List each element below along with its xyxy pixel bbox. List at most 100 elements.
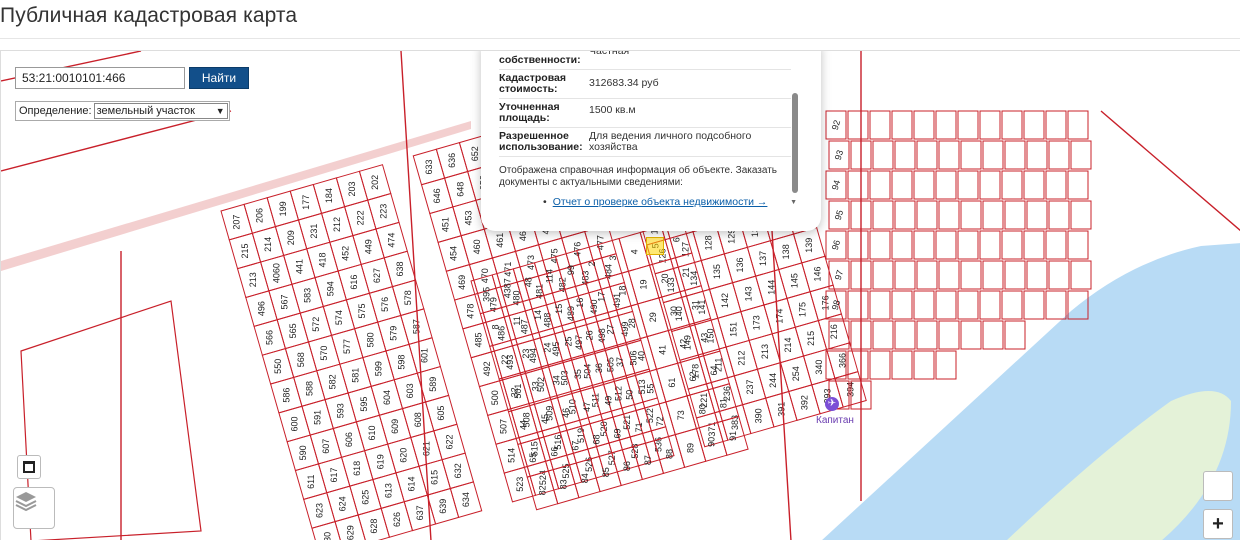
parcel[interactable]	[891, 170, 913, 200]
parcel[interactable]	[935, 350, 957, 380]
parcel[interactable]	[979, 230, 1001, 260]
find-button[interactable]: Найти	[189, 67, 249, 89]
parcel[interactable]	[916, 140, 938, 170]
parcel[interactable]	[982, 260, 1004, 290]
parcel[interactable]	[1023, 170, 1045, 200]
parcel[interactable]	[891, 290, 913, 320]
parcel[interactable]	[869, 230, 891, 260]
parcel[interactable]	[960, 320, 982, 350]
parcel[interactable]	[847, 350, 869, 380]
cadastral-number-input[interactable]	[15, 67, 185, 89]
parcel[interactable]	[1048, 140, 1070, 170]
parcel[interactable]	[960, 260, 982, 290]
parcel[interactable]	[916, 260, 938, 290]
parcel[interactable]	[957, 290, 979, 320]
parcel[interactable]	[938, 320, 960, 350]
print-button[interactable]	[17, 455, 41, 479]
parcel[interactable]	[1048, 260, 1070, 290]
parcel[interactable]	[1004, 200, 1026, 230]
parcel[interactable]	[1070, 140, 1092, 170]
parcel[interactable]	[847, 110, 869, 140]
parcel[interactable]	[1045, 290, 1067, 320]
parcel[interactable]	[894, 200, 916, 230]
parcel[interactable]	[957, 170, 979, 200]
check-report-link[interactable]: Отчет о проверке объекта недвижимости →	[543, 196, 791, 208]
parcel[interactable]	[894, 260, 916, 290]
parcel[interactable]	[869, 350, 891, 380]
parcel[interactable]	[1023, 290, 1045, 320]
parcel[interactable]	[916, 320, 938, 350]
parcel[interactable]	[913, 350, 935, 380]
parcel[interactable]	[891, 350, 913, 380]
parcel[interactable]	[847, 230, 869, 260]
parcel[interactable]	[957, 230, 979, 260]
parcel[interactable]	[1001, 230, 1023, 260]
parcel[interactable]	[1026, 260, 1048, 290]
parcel[interactable]	[894, 320, 916, 350]
parcel[interactable]	[869, 110, 891, 140]
cadastral-map[interactable]: 207 206 199 177 184 203 202 215 214 209 231 212 222 2…	[0, 50, 1240, 540]
parcel[interactable]	[872, 260, 894, 290]
parcel[interactable]	[935, 170, 957, 200]
parcel[interactable]	[1001, 170, 1023, 200]
parcel[interactable]	[891, 110, 913, 140]
parcel-number: 46	[561, 408, 571, 418]
parcel[interactable]	[869, 170, 891, 200]
parcel[interactable]	[872, 200, 894, 230]
parcel[interactable]	[1023, 110, 1045, 140]
parcel[interactable]	[894, 140, 916, 170]
parcel[interactable]	[935, 290, 957, 320]
parcel[interactable]	[960, 200, 982, 230]
parcel[interactable]	[982, 200, 1004, 230]
parcel[interactable]	[1070, 200, 1092, 230]
selected-parcel-marker[interactable]	[646, 237, 664, 255]
zoom-in-button[interactable]: +	[1203, 509, 1233, 539]
parcel[interactable]	[957, 110, 979, 140]
parcel[interactable]	[938, 260, 960, 290]
parcel[interactable]	[1004, 260, 1026, 290]
parcel[interactable]	[1004, 140, 1026, 170]
scroll-down-icon[interactable]: ▼	[790, 199, 797, 206]
parcel[interactable]	[847, 290, 869, 320]
parcel[interactable]	[847, 170, 869, 200]
parcel[interactable]	[913, 230, 935, 260]
parcel[interactable]	[891, 230, 913, 260]
parcel[interactable]	[979, 170, 1001, 200]
layers-button[interactable]	[13, 487, 55, 529]
parcel[interactable]	[979, 110, 1001, 140]
parcel[interactable]	[913, 170, 935, 200]
popup-scrollbar[interactable]	[792, 93, 798, 193]
parcel[interactable]	[1070, 260, 1092, 290]
parcel[interactable]	[913, 290, 935, 320]
parcel[interactable]	[1045, 110, 1067, 140]
parcel[interactable]	[979, 290, 1001, 320]
parcel[interactable]	[1026, 140, 1048, 170]
parcel[interactable]	[1067, 170, 1089, 200]
parcel[interactable]	[1004, 320, 1026, 350]
parcel[interactable]	[872, 140, 894, 170]
parcel[interactable]	[982, 320, 1004, 350]
parcel[interactable]	[1001, 110, 1023, 140]
parcel[interactable]	[935, 230, 957, 260]
parcel[interactable]	[872, 320, 894, 350]
parcel[interactable]	[1045, 170, 1067, 200]
fullscreen-button[interactable]	[1203, 471, 1233, 501]
parcel[interactable]	[869, 290, 891, 320]
parcel[interactable]	[1023, 230, 1045, 260]
definition-select[interactable]: земельный участок ▼	[93, 103, 228, 119]
parcel-number: 576	[380, 297, 390, 312]
parcel[interactable]	[935, 110, 957, 140]
parcel[interactable]	[1001, 290, 1023, 320]
parcel[interactable]	[913, 110, 935, 140]
parcel[interactable]	[1026, 200, 1048, 230]
parcel[interactable]	[960, 140, 982, 170]
parcel[interactable]	[982, 140, 1004, 170]
parcel[interactable]	[938, 140, 960, 170]
parcel[interactable]	[1048, 200, 1070, 230]
place-marker-icon[interactable]: ✈	[825, 397, 839, 411]
parcel[interactable]	[1045, 230, 1067, 260]
parcel[interactable]	[938, 200, 960, 230]
parcel[interactable]	[1067, 230, 1089, 260]
parcel[interactable]	[1067, 110, 1089, 140]
parcel[interactable]	[916, 200, 938, 230]
